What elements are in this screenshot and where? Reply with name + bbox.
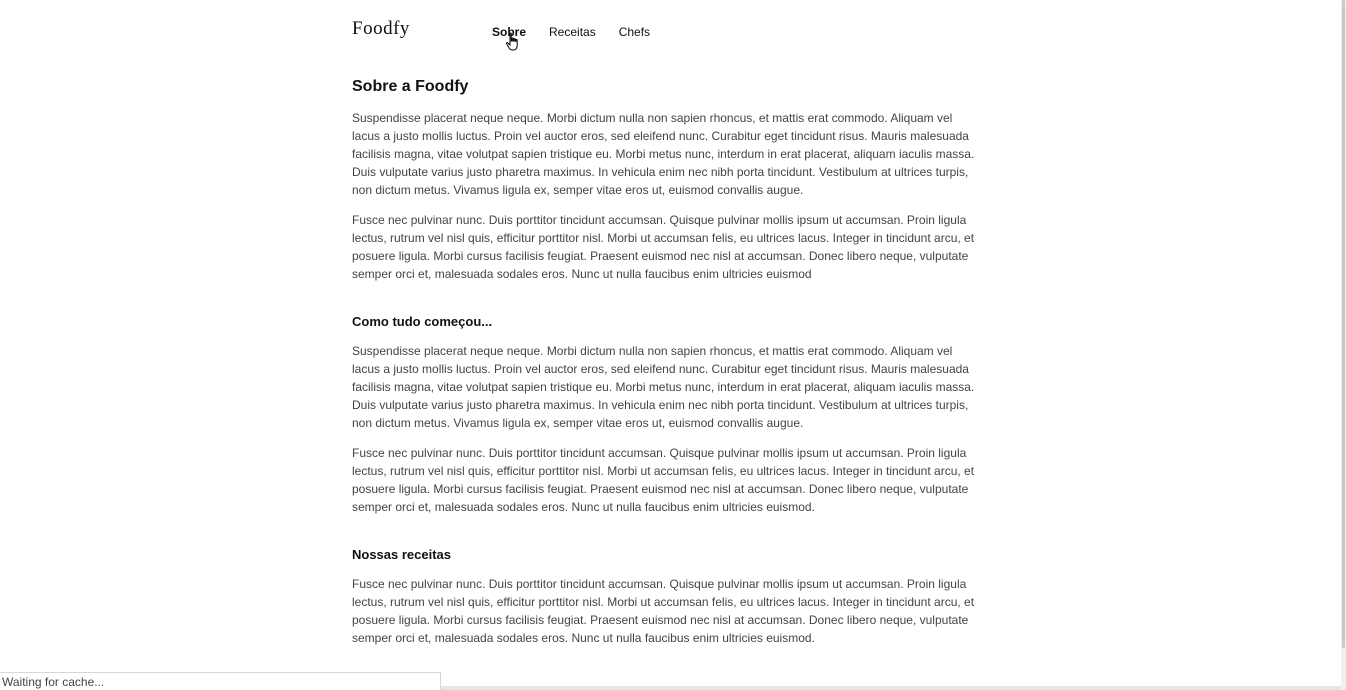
history-paragraph: Fusce nec pulvinar nunc. Duis porttitor … — [352, 446, 975, 514]
page-title: Sobre a Foodfy — [352, 78, 469, 95]
section-heading-history: Como tudo começou... — [352, 314, 493, 329]
vertical-scrollbar-thumb[interactable] — [1342, 0, 1345, 648]
history-paragraph: Suspendisse placerat neque neque. Morbi … — [352, 344, 975, 430]
section-recipes: Nossas receitas Fusce nec pulvinar nunc.… — [352, 546, 982, 647]
section-heading-recipes: Nossas receitas — [352, 547, 452, 562]
hand-pointer-icon — [506, 32, 518, 51]
nav-link-receitas[interactable]: Receitas — [549, 25, 596, 39]
main-content: Sobre a Foodfy Suspendisse placerat nequ… — [352, 76, 982, 659]
site-header: Foodfy Sobre Receitas Chefs — [352, 0, 992, 60]
vertical-scrollbar[interactable] — [1341, 0, 1346, 690]
browser-viewport: Foodfy Sobre Receitas Chefs Sobre a Food… — [0, 0, 1346, 690]
intro-paragraph: Fusce nec pulvinar nunc. Duis porttitor … — [352, 213, 975, 281]
site-logo[interactable]: Foodfy — [352, 18, 410, 40]
intro-paragraph: Suspendisse placerat neque neque. Morbi … — [352, 111, 975, 197]
nav-link-chefs[interactable]: Chefs — [619, 25, 650, 39]
section-history: Como tudo começou... Suspendisse placera… — [352, 313, 982, 516]
recipes-paragraph: Fusce nec pulvinar nunc. Duis porttitor … — [352, 577, 975, 645]
browser-status-bar: Waiting for cache... — [0, 672, 441, 690]
horizontal-scrollbar[interactable] — [441, 686, 1341, 690]
